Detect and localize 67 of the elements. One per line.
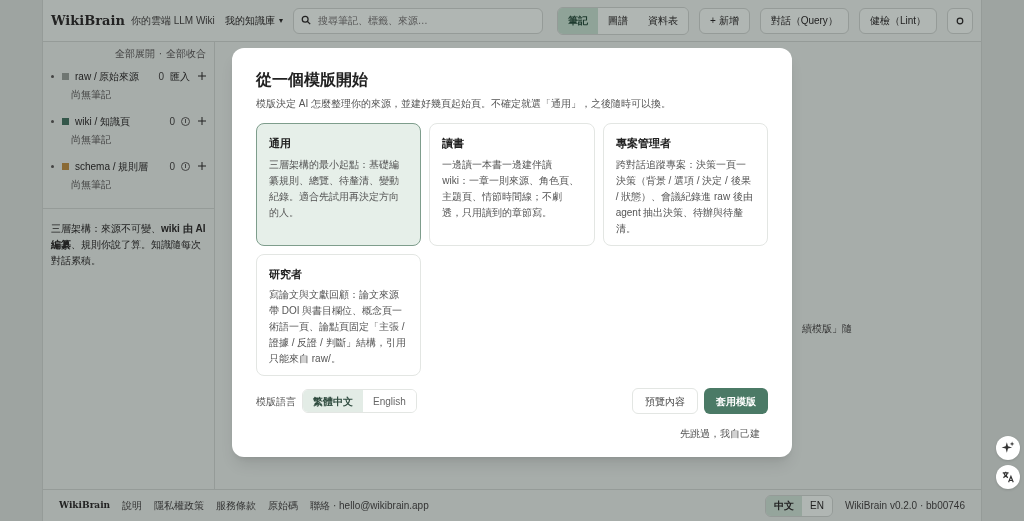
locale-tab[interactable]: 中文 xyxy=(766,495,802,516)
footer-brand: WikiBrain xyxy=(59,498,111,512)
action-button[interactable]: 對話（Query） xyxy=(759,7,849,34)
template-name: 讀書 xyxy=(442,136,466,152)
layer-count: 0 xyxy=(158,69,164,84)
bullet-icon xyxy=(51,74,54,78)
template-card[interactable]: 專案管理者 跨對話追蹤專案：決策一頁一決策（背景 / 選項 / 決定 / 後果 / 狀態）、會議紀錄進 raw 後由 agent 抽出決策、待辦與待釐清。 xyxy=(602,123,768,246)
action-button[interactable]: + 新增 xyxy=(699,7,750,34)
layer-item[interactable]: wiki / 知識頁 xyxy=(75,113,170,129)
template-card[interactable]: 通用 三層架構的最小起點：基礎編纂規則、總覽、待釐清、變動紀錄。適合先試用再決定方向的人。 xyxy=(256,123,422,246)
dialog-title: 從一個模版開始 xyxy=(256,69,369,91)
caret-icon: ▾ xyxy=(278,14,283,27)
layer-count: 0 xyxy=(169,159,175,174)
layer-count: 0 xyxy=(169,114,175,129)
empty-notes-text: 尚無筆記 xyxy=(70,88,112,102)
translate-icon xyxy=(1001,470,1015,484)
template-name: 研究者 xyxy=(269,266,303,283)
language-tab[interactable]: 繁體中文 xyxy=(303,390,363,412)
empty-notes-text: 尚無筆記 xyxy=(70,178,112,192)
skip-link[interactable]: 先跳過，我自己建 xyxy=(680,426,760,441)
template-card[interactable]: 研究者 寫論文與文獻回顧：論文來源帶 DOI 與書目欄位、概念頁一術語一頁、論點頁固定「主張 / 證據 / 反證 / 判斷」結構，引用只能來自 raw/。 xyxy=(256,253,422,376)
expand-all-link[interactable]: 全部展開 xyxy=(114,46,155,61)
ai-assistant-button[interactable] xyxy=(996,436,1020,460)
view-tab[interactable]: 圖譜 xyxy=(598,7,638,34)
add-icon[interactable] xyxy=(198,162,206,170)
tagline: 你的雲端 LLM Wiki xyxy=(130,14,215,28)
add-icon[interactable] xyxy=(198,117,206,125)
view-tab[interactable]: 筆記 xyxy=(558,7,598,34)
template-name: 通用 xyxy=(269,136,292,152)
footer-link[interactable]: 聯絡 · hello@wikibrain.app xyxy=(310,498,429,513)
footer-link[interactable]: 服務條款 xyxy=(216,498,257,513)
sparkle-icon xyxy=(1001,441,1015,455)
collapse-all-link[interactable]: 全部收合 xyxy=(166,46,206,61)
import-button[interactable]: 匯入 xyxy=(170,68,190,84)
body-text: 續模版」隨 xyxy=(802,322,852,336)
template-name: 專案管理者 xyxy=(615,136,672,152)
locale-tab[interactable]: EN xyxy=(802,495,832,516)
layer-item[interactable]: schema / 規則層 xyxy=(75,158,170,174)
template-description: 一邊讀一本書一邊建伴讀 wiki：一章一則來源、角色頁、主題頁、情節時間線；不劇透，只用讀到的章節寫。 xyxy=(442,157,580,220)
template-description: 三層架構的最小起點：基礎編纂規則、總覽、待釐清、變動紀錄。適合先試用再決定方向的人。 xyxy=(269,157,400,220)
view-tab[interactable]: 資料表 xyxy=(638,7,688,34)
search-field[interactable]: 搜尋筆記、標籤、來源… xyxy=(292,7,543,34)
empty-notes-text: 尚無筆記 xyxy=(70,133,112,147)
sidebar-note: 三層架構：來源不可變、wiki 由 AI 編纂、規則你說了算。知識隨每次對話累積。 xyxy=(50,222,207,268)
layer-item[interactable]: raw / 原始來源 xyxy=(75,68,159,84)
bullet-icon xyxy=(51,164,54,168)
footer-link[interactable]: 原始碼 xyxy=(268,498,299,513)
template-card[interactable]: 讀書 一邊讀一本書一邊建伴讀 wiki：一章一則來源、角色頁、主題頁、情節時間線；不劇透，只用讀到的章節寫。 xyxy=(429,123,595,246)
footer-link[interactable]: 隱私權政策 xyxy=(154,498,205,513)
version-text: WikiBrain v0.2.0 · bb00746 xyxy=(844,499,965,513)
translate-button[interactable] xyxy=(996,465,1020,489)
bullet-icon xyxy=(51,119,54,123)
search-icon xyxy=(300,15,311,26)
add-icon[interactable] xyxy=(198,72,206,80)
apply-template-button[interactable]: 套用模版 xyxy=(704,388,768,414)
template-description: 跨對話追蹤專案：決策一頁一決策（背景 / 選項 / 決定 / 後果 / 狀態）、會議紀錄進 raw 後由 agent 抽出決策、待辦與待釐清。 xyxy=(615,157,754,236)
preview-button[interactable]: 預覽內容 xyxy=(632,388,698,414)
vault-selector[interactable]: 我的知識庫 ▾ xyxy=(224,13,283,28)
settings-button[interactable] xyxy=(947,7,973,34)
dialog-subtitle: 模版決定 AI 怎麼整理你的來源，並建好幾頁起始頁。不確定就選「通用」，之後隨時可以換。 xyxy=(256,97,672,111)
brand-logo: WikiBrain xyxy=(51,11,125,30)
language-label: 模版語言 xyxy=(256,394,296,409)
separator: · xyxy=(158,47,162,61)
footer-link[interactable]: 說明 xyxy=(122,498,143,513)
settings-icon xyxy=(956,16,964,25)
action-button[interactable]: 健檢（Lint） xyxy=(858,7,937,34)
template-description: 寫論文與文獻回顧：論文來源帶 DOI 與書目欄位、概念頁一術語一頁、論點頁固定「主張 / 證據 / 反證 / 判斷」結構，引用只能來自 raw/。 xyxy=(269,288,407,366)
